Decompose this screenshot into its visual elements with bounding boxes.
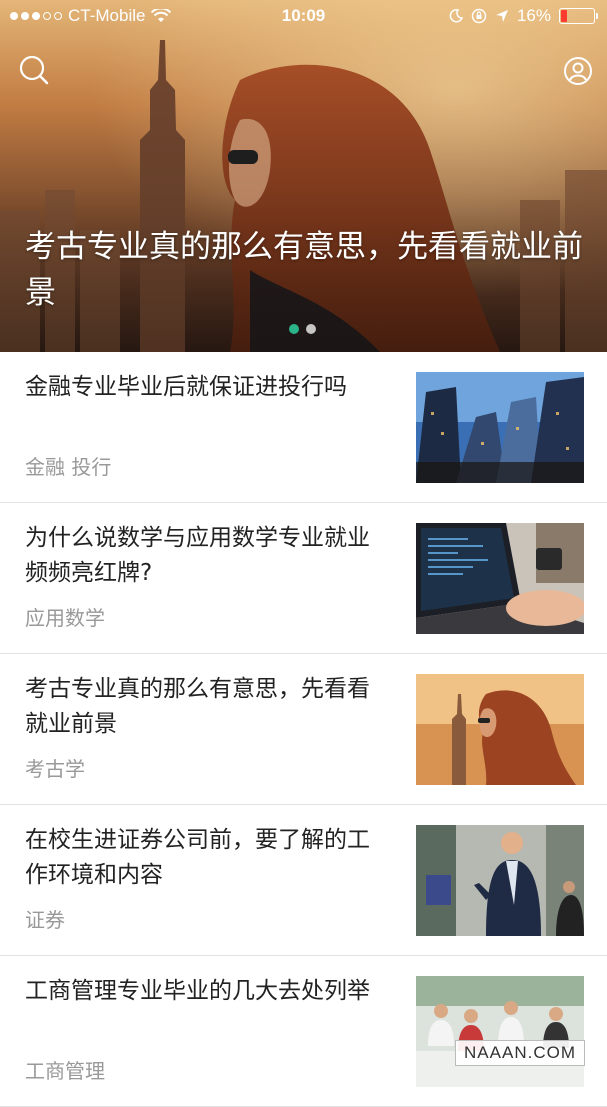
article-item[interactable]: 为什么说数学与应用数学专业就业频频亮红牌? 应用数学 — [0, 503, 607, 654]
article-thumbnail — [416, 674, 584, 785]
article-item[interactable]: 考古专业真的那么有意思，先看看就业前景 考古学 — [0, 654, 607, 805]
article-tag: 应用数学 — [25, 606, 105, 630]
pager-dot[interactable] — [306, 324, 316, 334]
article-thumbnail — [416, 825, 584, 936]
article-item[interactable]: 工商管理专业毕业的几大去处列举 工商管理 — [0, 956, 607, 1107]
article-title: 工商管理专业毕业的几大去处列举 — [25, 978, 370, 1004]
article-thumbnail — [416, 976, 584, 1087]
carousel-pager[interactable] — [289, 324, 316, 334]
article-tag: 金融 投行 — [25, 455, 112, 479]
article-title: 为什么说数学与应用数学专业就业频频亮红牌? — [25, 525, 370, 586]
battery-icon — [559, 8, 598, 24]
hero-title[interactable]: 考古专业真的那么有意思，先看看就业前景 — [25, 224, 585, 316]
hero-banner[interactable]: CT-Mobile 10:09 16% 考古专业真的那么有意思，先看看就业前景 — [0, 0, 607, 352]
article-tag: 考古学 — [25, 757, 85, 781]
location-arrow-icon — [495, 10, 508, 22]
article-thumbnail — [416, 523, 584, 634]
moon-icon — [449, 9, 463, 23]
battery-percent: 16% — [516, 6, 551, 25]
status-bar: CT-Mobile 10:09 16% — [0, 0, 607, 34]
orientation-lock-icon — [471, 8, 487, 24]
article-tag: 证券 — [25, 908, 65, 932]
article-item[interactable]: 在校生进证券公司前，要了解的工作环境和内容 证券 — [0, 805, 607, 956]
watermark: NAAAN.COM — [455, 1040, 585, 1066]
article-item[interactable]: 金融专业毕业后就保证进投行吗 金融 投行 — [0, 352, 607, 503]
user-profile-icon[interactable] — [562, 55, 594, 87]
article-list: 金融专业毕业后就保证进投行吗 金融 投行 为什么说数学与应用数学专业就业频频亮红… — [0, 352, 607, 1107]
article-title: 考古专业真的那么有意思，先看看就业前景 — [25, 676, 370, 737]
pager-dot-active[interactable] — [289, 324, 299, 334]
article-thumbnail — [416, 372, 584, 483]
article-title: 金融专业毕业后就保证进投行吗 — [25, 374, 347, 400]
article-title: 在校生进证券公司前，要了解的工作环境和内容 — [25, 827, 370, 888]
search-icon[interactable] — [18, 54, 50, 86]
